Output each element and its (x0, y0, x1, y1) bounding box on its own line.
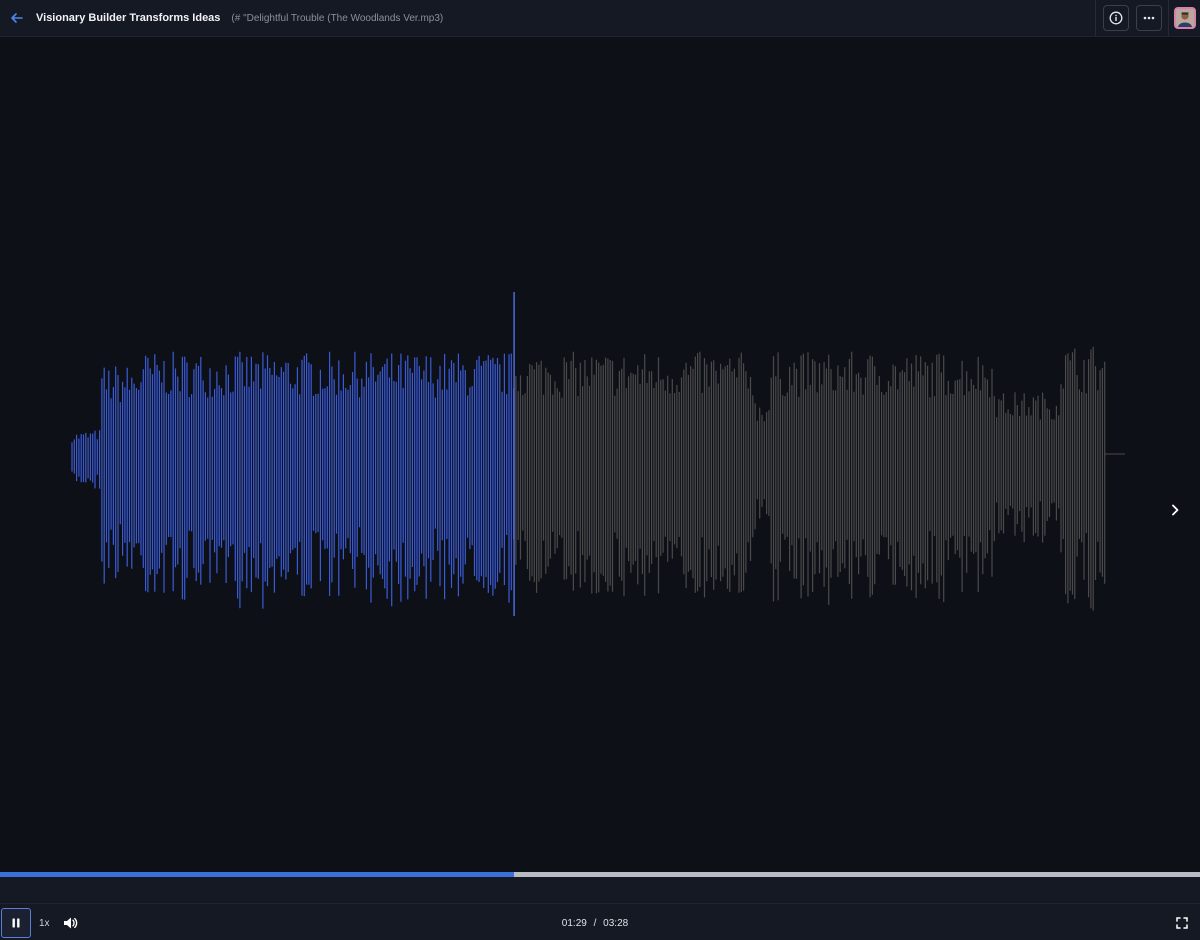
avatar-icon (1176, 9, 1194, 27)
info-button[interactable] (1103, 5, 1129, 31)
more-horizontal-icon (1143, 16, 1155, 20)
player-controls: 1x 01:29 / 03:28 (0, 877, 1200, 940)
header-actions (1095, 0, 1200, 36)
user-avatar[interactable] (1174, 7, 1196, 29)
time-display: 01:29 / 03:28 (0, 918, 1190, 929)
controls-divider (0, 903, 1200, 904)
arrow-left-icon (11, 13, 23, 23)
header-divider (1168, 0, 1169, 36)
info-icon (1109, 11, 1123, 25)
current-time: 01:29 (561, 918, 587, 929)
next-button[interactable] (1162, 497, 1188, 523)
back-button[interactable] (0, 1, 34, 35)
time-separator: / (593, 918, 597, 929)
file-subtitle: (# "Delightful Trouble (The Woodlands Ve… (231, 12, 444, 24)
fullscreen-icon (1176, 917, 1188, 929)
chevron-right-icon (1172, 504, 1179, 516)
duration: 03:28 (603, 918, 629, 929)
waveform-stage[interactable] (0, 37, 1200, 873)
header-divider (1095, 0, 1096, 36)
waveform[interactable] (0, 37, 1200, 873)
file-title: Visionary Builder Transforms Ideas (36, 12, 221, 24)
fullscreen-button[interactable] (1175, 916, 1189, 930)
top-bar: Visionary Builder Transforms Ideas (# "D… (0, 0, 1200, 37)
more-options-button[interactable] (1136, 5, 1162, 31)
waveform-bars (71, 346, 1106, 611)
